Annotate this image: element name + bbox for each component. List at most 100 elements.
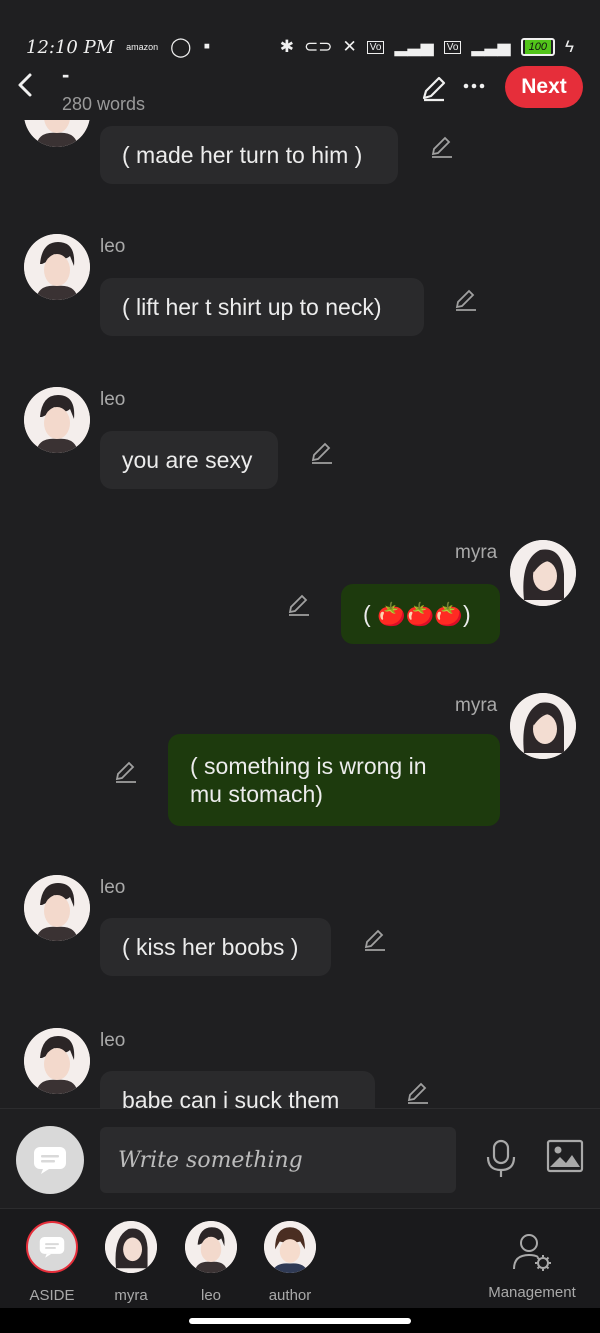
mute-icon: ✕ — [342, 37, 357, 56]
toggle-icon: ⊂⊃ — [304, 37, 333, 56]
avatar-leo — [185, 1221, 237, 1273]
leo-avatar-icon — [185, 1221, 237, 1273]
edit-message-button[interactable] — [362, 927, 388, 953]
voice-button[interactable] — [484, 1139, 518, 1179]
leo-avatar-icon — [24, 875, 90, 941]
avatar-author — [264, 1221, 316, 1273]
edit-message-button[interactable] — [429, 134, 455, 160]
character-author[interactable]: author — [260, 1221, 320, 1304]
pen-icon — [288, 594, 309, 616]
pen-icon — [455, 289, 476, 311]
message-bubble[interactable]: ( 🍅🍅🍅) — [341, 584, 500, 644]
speaker-name: leo — [100, 236, 126, 257]
leo-avatar-icon — [24, 120, 90, 147]
user-settings-icon — [513, 1234, 551, 1271]
message-text: ( kiss her boobs ) — [122, 934, 299, 960]
pen-icon — [422, 76, 446, 102]
aside-avatar — [26, 1221, 78, 1273]
title-block: - 280 words — [62, 62, 145, 115]
chat-area[interactable]: ( made her turn to him ) leo ( lift her … — [0, 120, 600, 1108]
composer — [0, 1108, 600, 1208]
4g-signal-icon: ▂▃▅ — [394, 37, 434, 56]
charging-icon: ϟ — [565, 37, 574, 56]
message-bubble[interactable]: babe can i suck them — [100, 1071, 375, 1108]
leo-avatar-icon — [24, 1028, 90, 1094]
back-button[interactable] — [14, 70, 38, 100]
more-options-button[interactable] — [462, 74, 486, 98]
character-label: author — [268, 1287, 312, 1304]
character-label: leo — [200, 1287, 222, 1304]
pen-icon — [364, 929, 385, 951]
edit-message-button[interactable] — [113, 759, 139, 785]
pen-icon — [407, 1082, 428, 1104]
pen-icon — [311, 442, 332, 464]
message-bubble[interactable]: ( lift her t shirt up to neck) — [100, 278, 424, 336]
battery-icon: 100 — [520, 38, 555, 56]
word-count: 280 words — [62, 94, 146, 114]
speaker-name: myra — [455, 542, 498, 563]
signal-icon: ▂▃▅ — [471, 37, 511, 56]
bluetooth-icon: ✱ — [279, 37, 295, 56]
pen-icon — [431, 136, 452, 158]
message-text: ( lift her t shirt up to neck) — [122, 294, 382, 320]
character-bar: ASIDE myra leo author Management — [0, 1208, 600, 1308]
myra-avatar-icon — [510, 693, 576, 759]
message-text: ( something is wrong in mu stomach) — [190, 753, 427, 807]
myra-avatar-icon — [105, 1221, 157, 1273]
battery-level: 100 — [524, 40, 551, 54]
character-label: ASIDE — [29, 1287, 75, 1304]
avatar-leo[interactable] — [24, 234, 90, 300]
avatar-leo[interactable] — [24, 875, 90, 941]
chat-bubble-icon — [39, 1237, 65, 1258]
speaker-name: leo — [100, 877, 126, 898]
speaker-name: leo — [100, 389, 126, 410]
edit-message-button[interactable] — [309, 440, 335, 466]
volte-icon: Vo — [366, 40, 385, 54]
character-leo[interactable]: leo — [181, 1221, 241, 1304]
edit-message-button[interactable] — [453, 287, 479, 313]
status-time: 12:10 PM — [26, 36, 115, 58]
insert-image-button[interactable] — [546, 1139, 584, 1175]
edit-title-button[interactable] — [420, 74, 448, 102]
character-myra[interactable]: myra — [101, 1221, 161, 1304]
leo-avatar-icon — [24, 234, 90, 300]
edit-message-button[interactable] — [405, 1080, 431, 1106]
character-label: myra — [114, 1287, 148, 1304]
chat-bubble-icon — [34, 1147, 66, 1174]
message-bubble[interactable]: ( something is wrong in mu stomach) — [168, 734, 500, 826]
amazon-icon: amazon — [126, 42, 159, 52]
volte-icon: Vo — [443, 40, 462, 54]
avatar-leo[interactable] — [24, 1028, 90, 1094]
messages-icon: ▪ — [203, 36, 211, 57]
speaker-name: myra — [455, 695, 498, 716]
message-input[interactable] — [100, 1127, 456, 1193]
speaker-name: leo — [100, 1030, 126, 1051]
message-bubble[interactable]: you are sexy — [100, 431, 278, 489]
story-title[interactable]: - — [62, 62, 145, 88]
message-text: babe can i suck them — [122, 1087, 340, 1108]
top-bar: - 280 words Next — [0, 60, 600, 120]
status-left: 12:10 PM amazon ◯ ▪ — [26, 36, 210, 59]
next-button[interactable]: Next — [505, 66, 583, 108]
message-text: ( made her turn to him ) — [122, 142, 363, 168]
character-aside[interactable]: ASIDE — [22, 1221, 82, 1304]
status-icons: ✱ ⊂⊃ ✕ Vo ▂▃▅ Vo ▂▃▅ 100 ϟ — [280, 37, 574, 57]
home-indicator[interactable] — [189, 1318, 411, 1324]
aside-toggle-button[interactable] — [16, 1126, 84, 1194]
system-nav-bar — [0, 1308, 600, 1333]
edit-message-button[interactable] — [286, 592, 312, 618]
whatsapp-icon: ◯ — [170, 36, 192, 58]
message-bubble[interactable]: ( made her turn to him ) — [100, 126, 398, 184]
microphone-icon — [486, 1139, 516, 1177]
author-avatar-icon — [264, 1221, 316, 1273]
avatar-myra[interactable] — [510, 693, 576, 759]
management-button[interactable]: Management — [486, 1231, 578, 1301]
myra-avatar-icon — [510, 540, 576, 606]
pen-icon — [115, 761, 136, 783]
avatar-leo[interactable] — [24, 387, 90, 453]
avatar-leo[interactable] — [24, 120, 90, 147]
more-horizontal-icon — [463, 83, 485, 89]
avatar-myra[interactable] — [510, 540, 576, 606]
message-bubble[interactable]: ( kiss her boobs ) — [100, 918, 331, 976]
message-text: you are sexy — [122, 447, 253, 473]
